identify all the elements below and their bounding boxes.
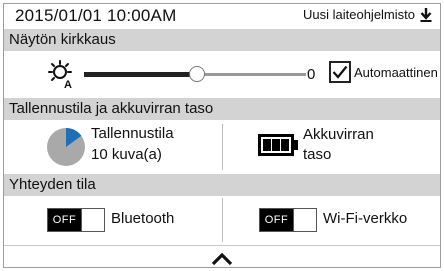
storage-count: 10 kuva(a) — [91, 146, 162, 163]
slider-track-empty — [197, 73, 306, 76]
auto-brightness-checkbox[interactable] — [329, 61, 351, 83]
firmware-update-button[interactable]: Uusi laiteohjelmisto — [303, 7, 432, 22]
storage-section-header: Tallennustila ja akkuvirran taso — [4, 98, 440, 120]
checkmark-icon — [332, 65, 348, 79]
wifi-toggle[interactable]: OFF — [259, 208, 317, 232]
slider-track-filled — [84, 72, 197, 77]
brightness-row: A 0 Automaattinen — [4, 51, 440, 98]
brightness-value: 0 — [307, 66, 316, 83]
connection-divider — [222, 198, 223, 242]
settings-panel: 2015/01/01 10:00AM Uusi laiteohjelmisto … — [3, 3, 441, 268]
storage-label: Tallennustila — [91, 125, 174, 142]
battery-label-line1: Akkuvirran — [303, 126, 374, 143]
storage-info: Tallennustila 10 kuva(a) — [91, 123, 174, 165]
footer-divider — [4, 245, 440, 246]
slider-knob[interactable] — [189, 66, 205, 82]
auto-brightness-label: Automaattinen — [354, 64, 438, 80]
battery-info: Akkuvirran taso — [303, 125, 374, 165]
chevron-up-icon[interactable] — [211, 252, 233, 266]
download-arrow-icon — [420, 7, 432, 22]
storage-pie-icon — [47, 127, 85, 166]
connection-section-header: Yhteyden tila — [4, 174, 440, 196]
storage-battery-row: Tallennustila 10 kuva(a) Akkuvirran taso — [4, 120, 440, 174]
wifi-state: OFF — [260, 209, 293, 231]
brightness-slider[interactable] — [84, 64, 306, 84]
connection-row: OFF Bluetooth OFF Wi-Fi-verkko — [4, 196, 440, 244]
wifi-label: Wi-Fi-verkko — [323, 210, 408, 227]
bluetooth-toggle[interactable]: OFF — [47, 208, 105, 232]
bluetooth-state: OFF — [48, 209, 81, 231]
brightness-section-header: Näytön kirkkaus — [4, 29, 440, 51]
brightness-auto-icon: A — [48, 60, 72, 90]
wifi-toggle-knob — [293, 209, 316, 231]
battery-label-line2: taso — [303, 146, 332, 163]
datetime-display: 2015/01/01 10:00AM — [15, 6, 177, 25]
bluetooth-label: Bluetooth — [111, 210, 175, 227]
svg-text:A: A — [64, 79, 72, 90]
battery-full-icon — [258, 134, 298, 156]
bluetooth-toggle-knob — [81, 209, 104, 231]
status-bar: 2015/01/01 10:00AM Uusi laiteohjelmisto — [4, 4, 440, 28]
auto-brightness-toggle[interactable]: Automaattinen — [329, 61, 438, 83]
storage-divider — [222, 124, 223, 170]
firmware-update-label: Uusi laiteohjelmisto — [303, 7, 415, 22]
